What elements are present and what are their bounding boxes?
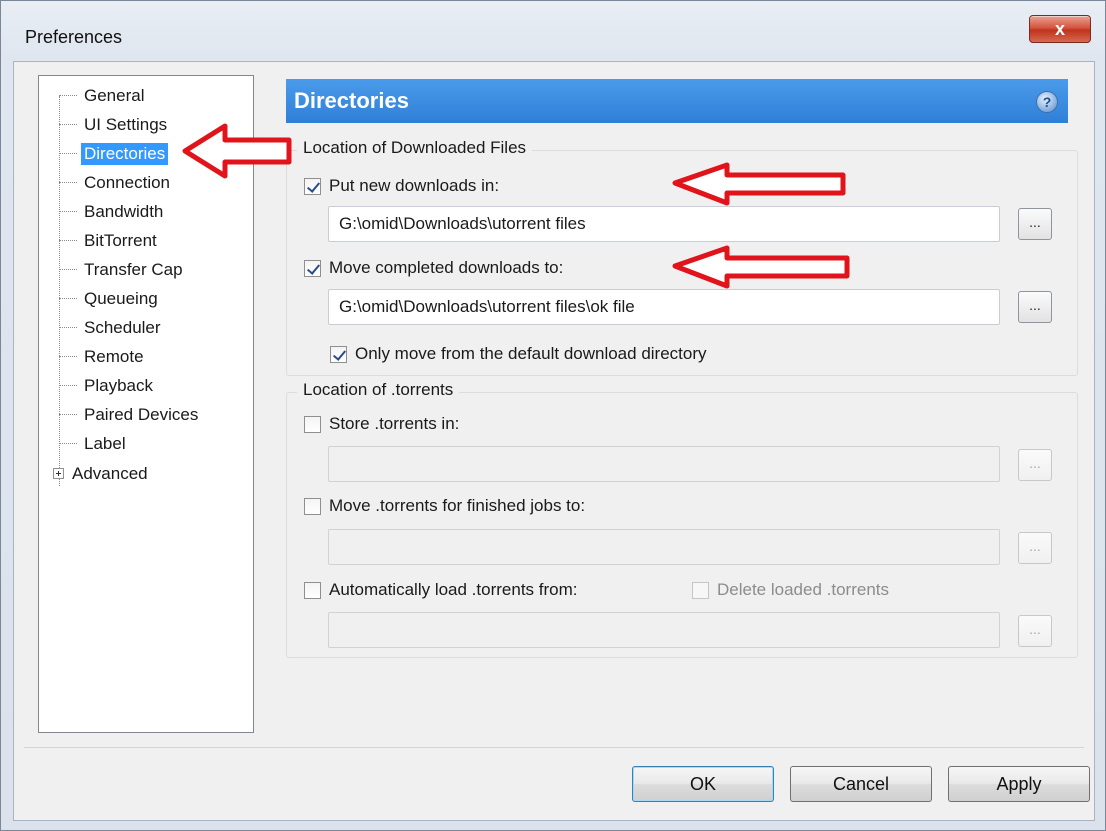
dialog-body: General UI Settings Directories Connecti… [13, 61, 1095, 821]
checkbox-checked-icon[interactable] [304, 259, 321, 277]
checkbox-checked-icon[interactable] [330, 345, 347, 363]
browse-button[interactable]: ... [1018, 208, 1052, 240]
autoload-torrents-checkbox[interactable]: Automatically load .torrents from: [304, 580, 577, 600]
tree-item-bittorrent[interactable]: BitTorrent [39, 226, 160, 255]
checkbox-label: Store .torrents in: [329, 414, 460, 433]
tree-dots [59, 269, 77, 270]
tree-item-paired-devices[interactable]: Paired Devices [39, 400, 201, 429]
move-completed-path-input[interactable]: G:\omid\Downloads\utorrent files\ok file [328, 289, 1000, 325]
delete-loaded-torrents-checkbox[interactable]: Delete loaded .torrents [692, 580, 889, 600]
tree-item-label: Bandwidth [84, 201, 164, 221]
help-icon[interactable]: ? [1036, 91, 1058, 113]
expand-plus-icon[interactable] [53, 468, 64, 479]
tree-item-label: Connection [84, 172, 171, 192]
move-completed-checkbox[interactable]: Move completed downloads to: [304, 258, 563, 278]
tree-dots [59, 153, 77, 154]
tree-item-label: Remote [84, 346, 144, 366]
apply-button[interactable]: Apply [948, 766, 1090, 802]
browse-button[interactable]: ... [1018, 615, 1052, 647]
store-torrents-checkbox[interactable]: Store .torrents in: [304, 414, 459, 434]
tree-dots [59, 211, 77, 212]
tree-item-directories[interactable]: Directories [39, 139, 169, 168]
tree-item-scheduler[interactable]: Scheduler [39, 313, 164, 342]
annotation-arrow-left-icon [672, 162, 846, 206]
tree-dots [59, 240, 77, 241]
tree-item-label: UI Settings [84, 114, 168, 134]
window-title: Preferences [25, 27, 123, 47]
preferences-window: Preferences x General UI Settings Direct… [0, 0, 1106, 831]
close-button[interactable]: x [1029, 15, 1091, 43]
browse-button[interactable]: ... [1018, 449, 1052, 481]
tree-item-label: Playback [84, 375, 153, 395]
checkbox-label: Put new downloads in: [329, 176, 500, 195]
group-title: Location of .torrents [297, 380, 460, 400]
checkbox-label: Only move from the default download dire… [355, 344, 707, 363]
checkbox-unchecked-icon[interactable] [304, 581, 321, 599]
tree-item-advanced[interactable]: Advanced [39, 459, 151, 488]
checkbox-unchecked-icon[interactable] [304, 415, 321, 433]
tree-item-queueing[interactable]: Queueing [39, 284, 161, 313]
tree-item-label: Paired Devices [84, 404, 199, 424]
move-torrents-path-input[interactable] [328, 529, 1000, 565]
annotation-arrow-left-icon [672, 245, 850, 289]
move-torrents-finished-checkbox[interactable]: Move .torrents for finished jobs to: [304, 496, 585, 516]
tree-item-label: General [84, 85, 145, 105]
checkbox-label: Delete loaded .torrents [717, 580, 889, 599]
store-torrents-path-input[interactable] [328, 446, 1000, 482]
tree-item-transfer-cap[interactable]: Transfer Cap [39, 255, 186, 284]
tree-dots [59, 385, 77, 386]
tree-item-label: Scheduler [84, 317, 161, 337]
autoload-torrents-path-input[interactable] [328, 612, 1000, 648]
annotation-arrow-left-icon [182, 123, 292, 179]
tree-item-playback[interactable]: Playback [39, 371, 156, 400]
checkbox-unchecked-icon[interactable] [304, 497, 321, 515]
tree-item-remote[interactable]: Remote [39, 342, 147, 371]
checkbox-unchecked-icon[interactable] [692, 581, 709, 599]
tree-dots [59, 327, 77, 328]
tree-item-label: BitTorrent [84, 230, 157, 250]
tree-item-label: Transfer Cap [84, 259, 183, 279]
browse-button[interactable]: ... [1018, 532, 1052, 564]
title-bar[interactable]: Preferences x [1, 1, 1105, 63]
tree-item-label-category[interactable]: Label [39, 429, 129, 458]
tree-dots [59, 182, 77, 183]
tree-item-label: Directories [81, 142, 169, 165]
checkbox-label: Move .torrents for finished jobs to: [329, 496, 586, 515]
footer-separator [24, 747, 1084, 748]
section-header: Directories ? [286, 79, 1068, 123]
tree-item-label: Advanced [72, 463, 148, 483]
tree-item-label: Label [84, 433, 126, 453]
checkbox-checked-icon[interactable] [304, 177, 321, 195]
browse-button[interactable]: ... [1018, 291, 1052, 323]
tree-dots [59, 298, 77, 299]
put-new-downloads-path-input[interactable]: G:\omid\Downloads\utorrent files [328, 206, 1000, 242]
tree-item-ui-settings[interactable]: UI Settings [39, 110, 170, 139]
only-move-default-checkbox[interactable]: Only move from the default download dire… [330, 344, 707, 364]
group-title: Location of Downloaded Files [297, 138, 533, 158]
tree-dots [59, 124, 77, 125]
ok-button[interactable]: OK [632, 766, 774, 802]
tree-item-label: Queueing [84, 288, 158, 308]
tree-item-bandwidth[interactable]: Bandwidth [39, 197, 166, 226]
put-new-downloads-checkbox[interactable]: Put new downloads in: [304, 176, 499, 196]
section-title: Directories [294, 88, 409, 113]
cancel-button[interactable]: Cancel [790, 766, 932, 802]
tree-item-general[interactable]: General [39, 81, 147, 110]
tree-dots [59, 443, 77, 444]
tree-dots [59, 356, 77, 357]
checkbox-label: Move completed downloads to: [329, 258, 564, 277]
checkbox-label: Automatically load .torrents from: [329, 580, 578, 599]
tree-dots [59, 414, 77, 415]
tree-dots [59, 95, 77, 96]
tree-item-connection[interactable]: Connection [39, 168, 173, 197]
